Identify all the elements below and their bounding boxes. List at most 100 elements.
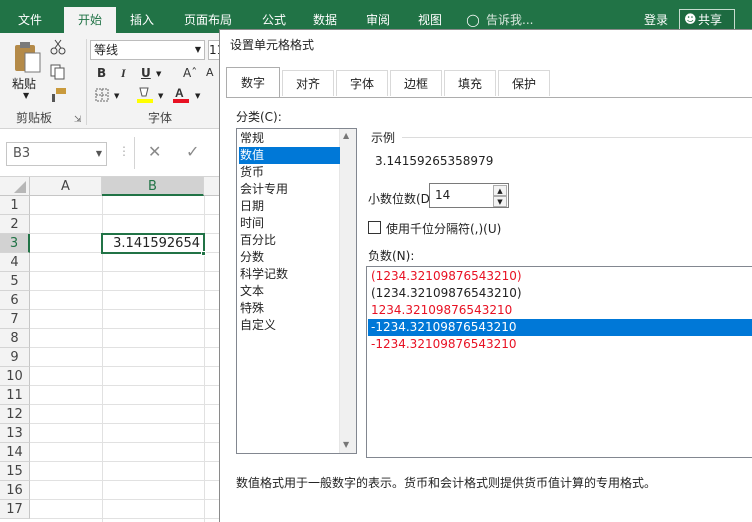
row-header-3[interactable]: 3 bbox=[0, 234, 30, 253]
dialog-title: 设置单元格格式 bbox=[230, 38, 315, 52]
negative-numbers-label: 负数(N): bbox=[368, 249, 415, 263]
negative-format-item[interactable]: -1234.32109876543210 bbox=[368, 336, 752, 353]
row-header-16[interactable]: 16 bbox=[0, 481, 30, 500]
negative-format-item[interactable]: (1234.32109876543210) bbox=[368, 285, 752, 302]
active-cell-b3[interactable]: 3.141592654 bbox=[101, 233, 205, 254]
dialog-launcher-icon[interactable]: ⇲ bbox=[74, 115, 82, 125]
row-header-15[interactable]: 15 bbox=[0, 462, 30, 481]
worksheet-grid[interactable]: A B 1 2 3 4 5 6 7 8 9 10 11 12 13 14 15 16 17 3.14159265… bbox=[0, 177, 222, 522]
row-header-6[interactable]: 6 bbox=[0, 291, 30, 310]
chevron-down-icon[interactable]: ▼ bbox=[195, 92, 200, 100]
gridline bbox=[30, 309, 222, 310]
cancel-icon[interactable]: ✕ bbox=[148, 142, 161, 161]
category-item[interactable]: 货币 bbox=[239, 164, 340, 181]
spin-down-icon[interactable]: ▼ bbox=[493, 196, 507, 207]
tab-home[interactable]: 开始 bbox=[64, 7, 116, 33]
gridline bbox=[30, 461, 222, 462]
row-header-12[interactable]: 12 bbox=[0, 405, 30, 424]
category-item[interactable]: 时间 bbox=[239, 215, 340, 232]
paste-button[interactable] bbox=[13, 41, 41, 73]
chevron-down-icon: ▼ bbox=[194, 45, 201, 54]
chevron-down-icon[interactable]: ▼ bbox=[114, 92, 119, 100]
clipboard-icon bbox=[15, 42, 41, 73]
decrease-font-icon[interactable]: A bbox=[206, 66, 214, 79]
category-item[interactable]: 文本 bbox=[239, 283, 340, 300]
chevron-down-icon[interactable]: ▼ bbox=[158, 92, 163, 100]
row-header-8[interactable]: 8 bbox=[0, 329, 30, 348]
category-item[interactable]: 特殊 bbox=[239, 300, 340, 317]
fill-color-icon[interactable] bbox=[136, 85, 154, 105]
fill-handle[interactable] bbox=[201, 251, 206, 256]
gridline bbox=[30, 328, 222, 329]
category-item[interactable]: 日期 bbox=[239, 198, 340, 215]
copy-icon[interactable] bbox=[50, 64, 66, 80]
gridline bbox=[30, 385, 222, 386]
tab-protection[interactable]: 保护 bbox=[498, 70, 550, 96]
italic-button[interactable]: I bbox=[121, 66, 126, 81]
tab-number[interactable]: 数字 bbox=[226, 67, 280, 97]
gridline bbox=[30, 271, 222, 272]
font-name-select[interactable]: 等线 ▼ bbox=[90, 40, 205, 60]
svg-text:A: A bbox=[175, 86, 184, 100]
thousands-separator-checkbox[interactable] bbox=[368, 221, 381, 234]
gridline bbox=[30, 290, 222, 291]
scroll-down-icon[interactable]: ▼ bbox=[343, 440, 349, 449]
row-header-14[interactable]: 14 bbox=[0, 443, 30, 462]
underline-button[interactable]: U bbox=[141, 66, 151, 80]
increase-font-icon[interactable]: Aˆ bbox=[183, 66, 197, 80]
sample-label: 示例 bbox=[371, 131, 396, 145]
category-item[interactable]: 常规 bbox=[239, 130, 340, 147]
category-list[interactable]: ▲ ▼ 常规 数值 货币 会计专用 日期 时间 百分比 分数 科学记数 文本 特殊 自定义 bbox=[236, 128, 357, 454]
column-header-a[interactable]: A bbox=[30, 177, 102, 196]
column-header-b[interactable]: B bbox=[102, 177, 204, 196]
chevron-down-icon[interactable]: ▼ bbox=[23, 91, 29, 100]
negative-format-item[interactable]: (1234.32109876543210) bbox=[368, 268, 752, 285]
tab-fill[interactable]: 填充 bbox=[444, 70, 496, 96]
scroll-up-icon[interactable]: ▲ bbox=[343, 131, 349, 140]
gridline bbox=[30, 480, 222, 481]
tab-file[interactable]: 文件 bbox=[6, 0, 54, 33]
row-header-11[interactable]: 11 bbox=[0, 386, 30, 405]
tab-insert[interactable]: 插入 bbox=[120, 0, 164, 33]
row-header-9[interactable]: 9 bbox=[0, 348, 30, 367]
decimal-places-value[interactable]: 14 bbox=[435, 188, 450, 202]
border-icon[interactable] bbox=[95, 88, 109, 102]
row-header-4[interactable]: 4 bbox=[0, 253, 30, 272]
category-scrollbar[interactable]: ▲ ▼ bbox=[339, 129, 356, 453]
negative-format-item[interactable]: -1234.32109876543210 bbox=[368, 319, 752, 336]
category-item[interactable]: 自定义 bbox=[239, 317, 340, 334]
row-header-2[interactable]: 2 bbox=[0, 215, 30, 234]
gridline bbox=[30, 347, 222, 348]
select-all-corner[interactable] bbox=[0, 177, 30, 196]
enter-icon[interactable]: ✓ bbox=[186, 142, 199, 161]
row-header-1[interactable]: 1 bbox=[0, 196, 30, 215]
bold-button[interactable]: B bbox=[97, 66, 106, 80]
cut-icon[interactable] bbox=[50, 39, 66, 55]
negative-format-item[interactable]: 1234.32109876543210 bbox=[368, 302, 752, 319]
ribbon-separator bbox=[86, 39, 87, 125]
category-item[interactable]: 数值 bbox=[239, 147, 340, 164]
name-box-value: B3 bbox=[13, 146, 31, 161]
format-painter-icon[interactable] bbox=[50, 87, 68, 103]
share-button[interactable]: ☻ 共享 bbox=[679, 9, 735, 31]
tab-border[interactable]: 边框 bbox=[390, 70, 442, 96]
row-header-10[interactable]: 10 bbox=[0, 367, 30, 386]
tab-alignment[interactable]: 对齐 bbox=[282, 70, 334, 96]
gridline bbox=[30, 366, 222, 367]
spin-up-icon[interactable]: ▲ bbox=[493, 185, 507, 196]
negative-numbers-list[interactable]: (1234.32109876543210) (1234.3210987654321… bbox=[366, 266, 752, 458]
row-header-7[interactable]: 7 bbox=[0, 310, 30, 329]
font-color-icon[interactable]: A bbox=[172, 85, 190, 105]
tab-font[interactable]: 字体 bbox=[336, 70, 388, 96]
decimal-places-spinner[interactable]: 14 ▲ ▼ bbox=[429, 183, 509, 208]
category-item[interactable]: 分数 bbox=[239, 249, 340, 266]
paste-label: 粘贴 bbox=[12, 77, 37, 91]
chevron-down-icon[interactable]: ▼ bbox=[156, 70, 161, 78]
category-item[interactable]: 科学记数 bbox=[239, 266, 340, 283]
row-header-5[interactable]: 5 bbox=[0, 272, 30, 291]
row-header-13[interactable]: 13 bbox=[0, 424, 30, 443]
name-box[interactable]: B3 ▼ bbox=[6, 142, 107, 166]
category-item[interactable]: 会计专用 bbox=[239, 181, 340, 198]
row-header-17[interactable]: 17 bbox=[0, 500, 30, 519]
category-item[interactable]: 百分比 bbox=[239, 232, 340, 249]
